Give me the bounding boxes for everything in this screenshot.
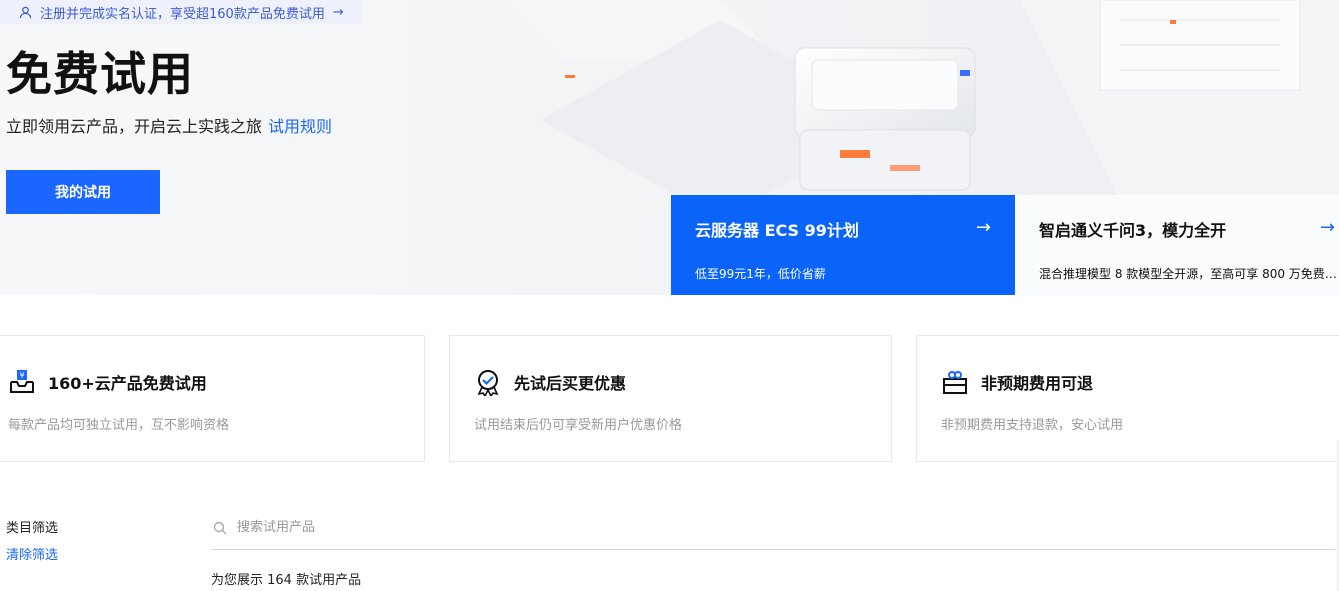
benefit-head: ¥ 160+云产品免费试用 — [8, 368, 207, 396]
benefit-title: 先试后买更优惠 — [514, 374, 627, 393]
benefit-head: 非预期费用可退 — [941, 368, 1093, 396]
promo-card-desc: 混合推理模型 8 款模型全开源，至高可享 800 万免费 tokens — [1039, 267, 1339, 281]
category-filter-label: 类目筛选 — [6, 521, 59, 536]
my-trial-button[interactable]: 我的试用 — [6, 170, 160, 214]
result-count: 为您展示 164 款试用产品 — [211, 573, 362, 588]
promo-card-title: 云服务器 ECS 99计划 — [695, 221, 859, 240]
page-title: 免费试用 — [6, 47, 194, 101]
promo-card-desc: 低至99元1年，低价省薪 — [695, 267, 826, 281]
arrow-right-icon: → — [975, 217, 991, 238]
benefit-title: 160+云产品免费试用 — [48, 374, 207, 393]
svg-text:¥: ¥ — [19, 371, 24, 380]
badge-check-icon — [474, 368, 502, 396]
download-box-icon: ¥ — [8, 368, 36, 396]
benefit-card-free-trial: ¥ 160+云产品免费试用 每款产品均可独立试用，互不影响资格 — [0, 335, 425, 462]
promo-strip-text: 注册并完成实名认证，享受超160款产品免费试用 — [40, 6, 325, 22]
promo-card-title: 智启通义千问3，模力全开 — [1039, 221, 1227, 240]
search-bar[interactable] — [211, 506, 1339, 550]
trial-rules-link[interactable]: 试用规则 — [268, 117, 332, 136]
hero-subtitle: 立即领用云产品，开启云上实践之旅 试用规则 — [6, 113, 332, 137]
search-icon — [213, 521, 227, 535]
benefit-desc: 试用结束后仍可享受新用户优惠价格 — [474, 418, 683, 433]
hero-subtitle-text: 立即领用云产品，开启云上实践之旅 — [6, 117, 263, 136]
user-icon — [18, 5, 32, 19]
promo-strip[interactable]: 注册并完成实名认证，享受超160款产品免费试用 → — [0, 0, 362, 24]
arrow-right-icon: → — [332, 4, 344, 20]
promo-card-ecs[interactable]: 云服务器 ECS 99计划 低至99元1年，低价省薪 → — [671, 195, 1015, 295]
arrow-right-icon: → — [1319, 217, 1335, 238]
benefit-card-try-then-buy: 先试后买更优惠 试用结束后仍可享受新用户优惠价格 — [449, 335, 892, 462]
benefit-title: 非预期费用可退 — [981, 374, 1094, 393]
search-input[interactable] — [235, 519, 1139, 536]
clear-filter-link[interactable]: 清除筛选 — [6, 544, 58, 563]
promo-card-qwen[interactable]: 智启通义千问3，模力全开 混合推理模型 8 款模型全开源，至高可享 800 万免… — [1015, 195, 1339, 295]
benefit-head: 先试后买更优惠 — [474, 368, 626, 396]
benefit-desc: 非预期费用支持退款，安心试用 — [941, 418, 1124, 433]
benefit-desc: 每款产品均可独立试用，互不影响资格 — [8, 418, 230, 433]
hero-banner: 注册并完成实名认证，享受超160款产品免费试用 → 免费试用 立即领用云产品，开… — [0, 0, 1339, 295]
gift-icon — [941, 368, 969, 396]
scroll-edge — [1335, 440, 1339, 591]
benefit-card-refund: 非预期费用可退 非预期费用支持退款，安心试用 — [916, 335, 1339, 462]
